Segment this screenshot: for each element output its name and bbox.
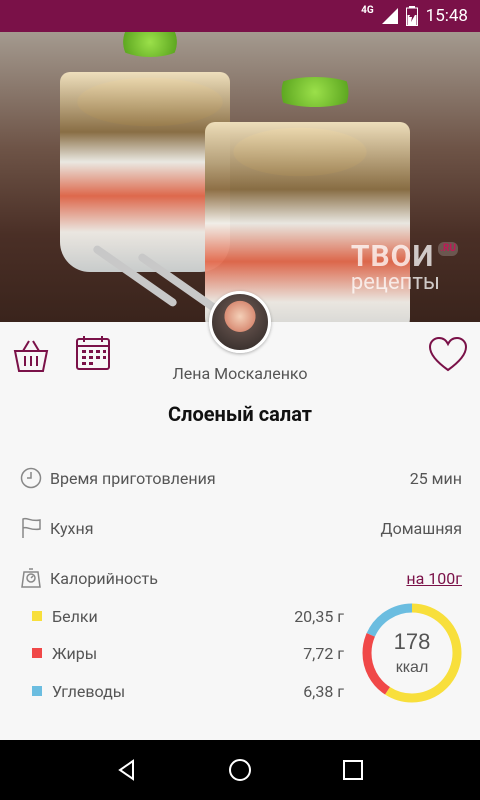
nutrition-value: 20,35 г (294, 606, 344, 626)
status-right: 4G 15:48 (361, 0, 468, 32)
per-100g-link[interactable]: на 100г (406, 569, 462, 588)
protein-swatch (32, 611, 42, 621)
info-label: Калорийность (50, 568, 158, 588)
status-time: 15:48 (425, 6, 468, 26)
carbs-swatch (32, 686, 42, 696)
herb-garnish (115, 32, 185, 57)
info-label: Время приготовления (50, 468, 216, 488)
calorie-donut: 178 ккал (362, 603, 462, 703)
info-value: Домашняя (380, 518, 462, 538)
info-value: 25 мин (409, 468, 462, 488)
recents-icon (343, 760, 364, 780)
nutrition-value: 7,72 г (303, 643, 344, 663)
network-indicator: 4G (361, 4, 374, 16)
recents-button[interactable] (333, 750, 373, 790)
nutrition-label: Белки (52, 606, 98, 626)
home-button[interactable] (220, 750, 260, 790)
info-row-cuisine: Кухня Домашняя (20, 514, 462, 542)
nutrition-row-fat: Жиры 7,72 г (32, 641, 344, 665)
info-row-time: Время приготовления 25 мин (20, 464, 462, 492)
nutrition-row-carbs: Углеводы 6,38 г (32, 679, 344, 703)
scale-icon (20, 567, 42, 589)
nutrition-value: 6,38 г (303, 681, 344, 701)
flag-icon (20, 517, 42, 539)
battery-icon (405, 6, 418, 26)
nutrition-row-protein: Белки 20,35 г (32, 604, 344, 628)
watermark: ТВОИ рецепты .RU (350, 239, 458, 295)
calorie-unit: ккал (396, 659, 429, 676)
recipe-photo: ТВОИ рецепты .RU (0, 32, 480, 322)
fat-swatch (32, 648, 42, 658)
signal-icon (381, 8, 398, 24)
nutrition-label: Жиры (52, 643, 98, 663)
watermark-ru: .RU (438, 242, 458, 256)
watermark-big: ТВОИ (350, 239, 435, 274)
author-name[interactable]: Лена Москаленко (0, 364, 480, 383)
nutrition-label: Углеводы (52, 681, 126, 701)
calorie-value: 178 (394, 629, 431, 654)
herb-garnish (270, 77, 360, 107)
home-icon (228, 759, 251, 781)
watermark-small: рецепты (350, 270, 440, 295)
info-row-calories: Калорийность на 100г (20, 564, 462, 592)
info-label: Кухня (50, 518, 94, 538)
back-button[interactable] (107, 750, 147, 790)
status-bar: 4G 15:48 (0, 0, 480, 32)
clock-icon (20, 467, 42, 489)
back-icon (117, 759, 134, 781)
system-nav-bar (0, 740, 480, 800)
author-avatar[interactable] (209, 291, 271, 353)
recipe-title: Слоеный салат (168, 402, 312, 426)
